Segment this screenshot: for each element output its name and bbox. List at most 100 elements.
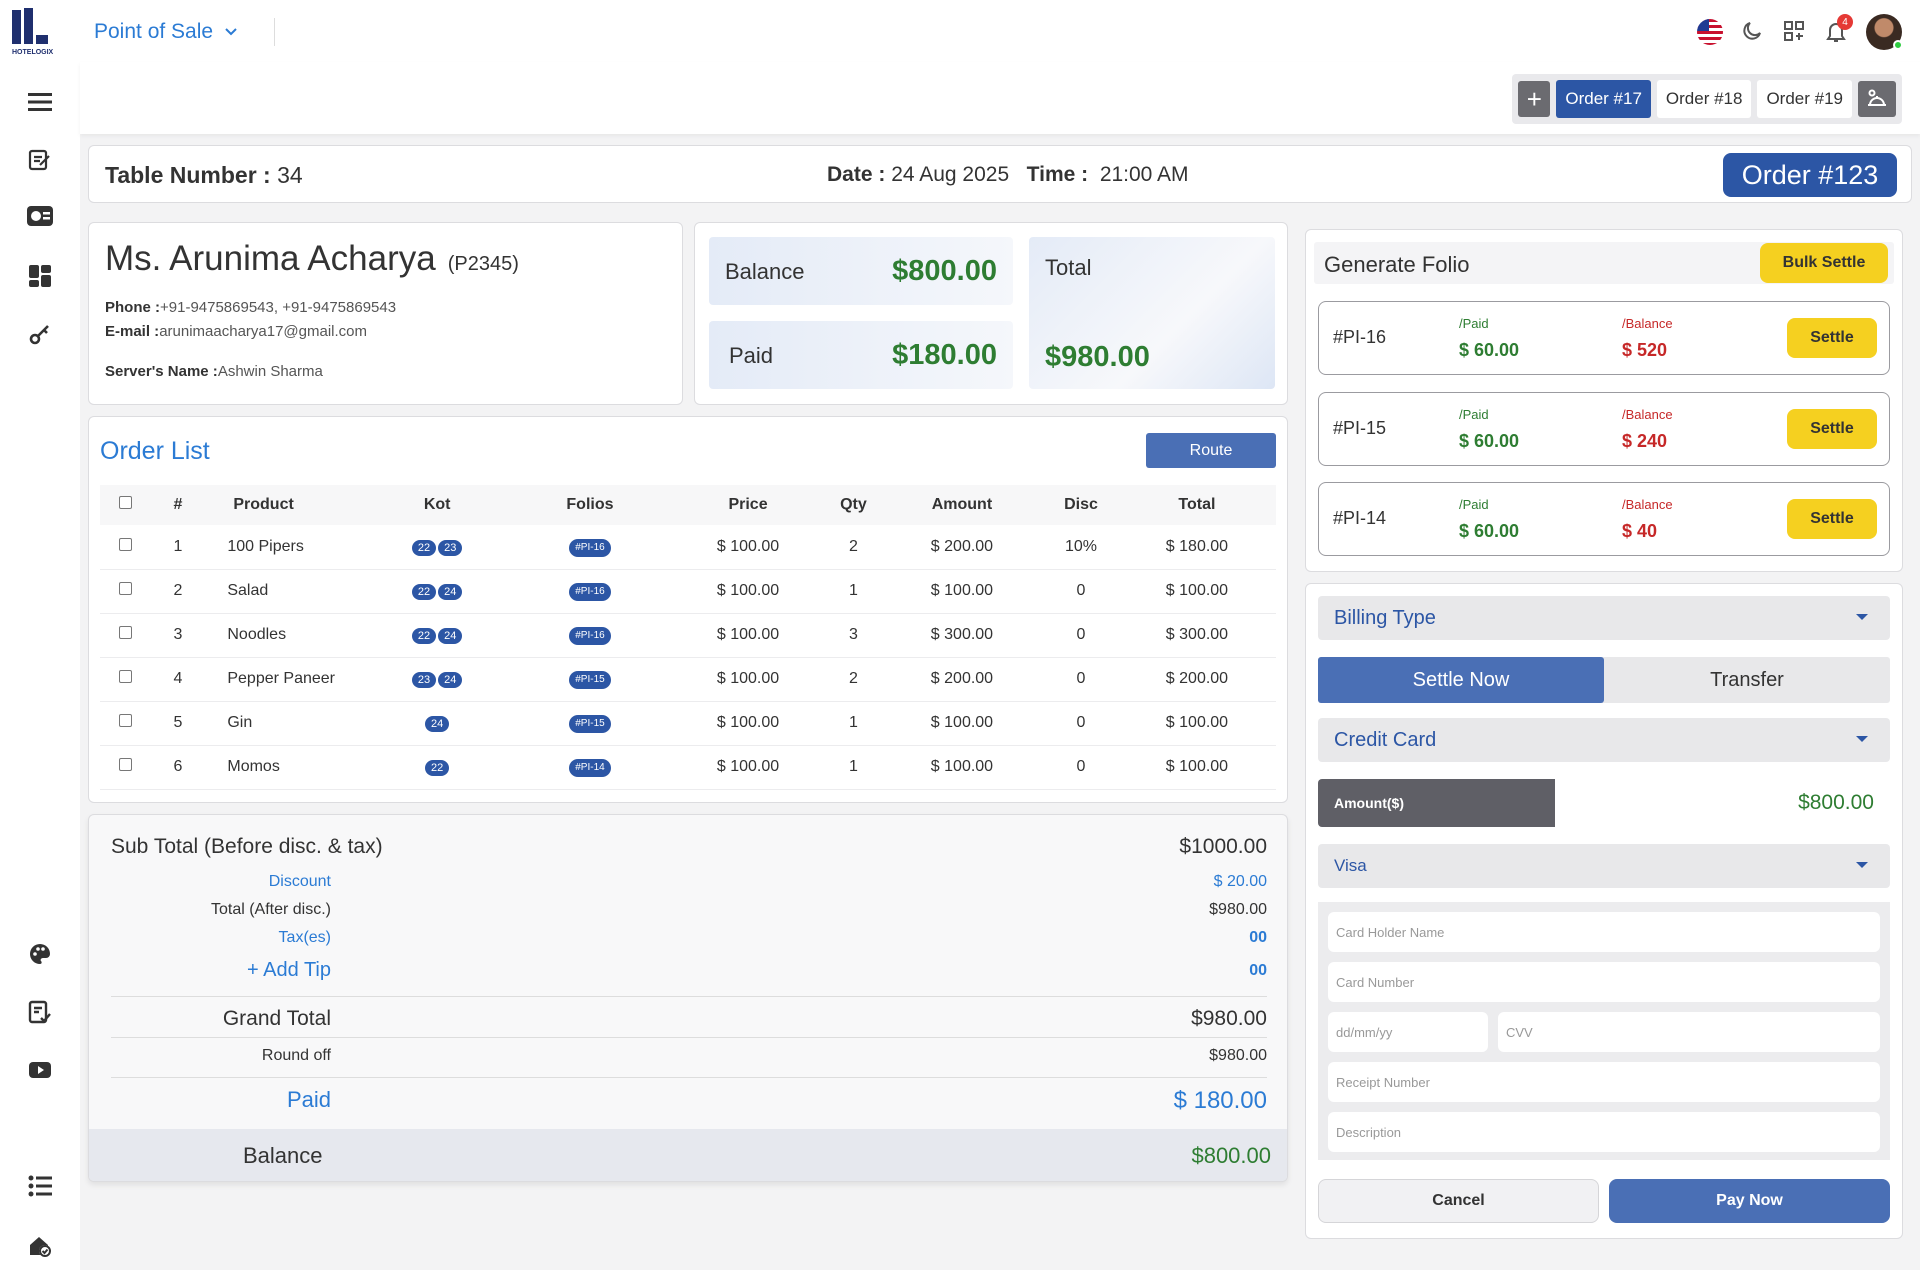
table-row: 1 100 Pipers 22 23 #PI-16 $ 100.00 2 $ 200.00 10… (100, 525, 1276, 570)
cancel-button[interactable]: Cancel (1318, 1179, 1599, 1223)
row-number: 5 (150, 701, 206, 746)
row-amount: $ 200.00 (879, 525, 1045, 570)
folio-badge[interactable]: #PI-16 (569, 583, 611, 601)
row-total: $ 300.00 (1117, 613, 1276, 658)
description-input[interactable]: Description (1328, 1112, 1880, 1152)
chef-icon[interactable] (1858, 81, 1896, 117)
kot-badge[interactable]: 24 (438, 672, 463, 688)
cvv-input[interactable]: CVV (1498, 1012, 1880, 1052)
tax-value: 00 (1249, 929, 1267, 946)
row-checkbox[interactable] (100, 613, 151, 658)
route-button[interactable]: Route (1146, 433, 1276, 468)
dark-mode-icon[interactable] (1740, 19, 1764, 48)
tab-order-19[interactable]: Order #19 (1757, 80, 1852, 118)
row-checkbox[interactable] (100, 657, 151, 702)
pay-now-button[interactable]: Pay Now (1609, 1179, 1890, 1223)
col-number: # (150, 485, 206, 525)
paid-box: Paid $180.00 (709, 321, 1013, 389)
tab-order-17[interactable]: Order #17 (1556, 80, 1651, 118)
transfer-button[interactable]: Transfer (1604, 657, 1890, 703)
bulk-settle-button[interactable]: Bulk Settle (1760, 243, 1888, 283)
row-qty: 1 (827, 745, 880, 790)
expiry-date-input[interactable]: dd/mm/yy (1328, 1012, 1488, 1052)
key-icon[interactable] (24, 318, 56, 350)
user-avatar[interactable] (1866, 14, 1903, 50)
kot-badge[interactable]: 22 (411, 584, 437, 600)
folio-balance-label: /Balance (1622, 316, 1673, 331)
tax-label[interactable]: Tax(es) (279, 929, 331, 947)
amount-label: Amount($) (1318, 779, 1555, 827)
row-checkbox[interactable] (100, 745, 151, 790)
video-icon[interactable] (24, 1054, 56, 1086)
card-type-dropdown[interactable]: Visa (1318, 844, 1890, 888)
divider (111, 1037, 1267, 1038)
time-label: Time : (1026, 163, 1089, 186)
folio-badge[interactable]: #PI-15 (569, 671, 611, 689)
col-disc: Disc (1044, 485, 1118, 525)
menu-icon[interactable] (24, 86, 56, 118)
discount-value: $ 20.00 (1213, 873, 1267, 890)
row-kot: 23 24 (363, 657, 511, 702)
kot-badge[interactable]: 23 (438, 539, 463, 556)
order-tabs-bar: + Order #17 Order #18 Order #19 (80, 62, 1920, 134)
card-number-input[interactable]: Card Number (1328, 962, 1880, 1002)
add-order-button[interactable]: + (1518, 81, 1551, 117)
settle-now-button[interactable]: Settle Now (1318, 657, 1604, 703)
edit-document-icon[interactable] (24, 144, 56, 176)
row-checkbox[interactable] (100, 525, 151, 570)
card-holder-name-input[interactable]: Card Holder Name (1328, 912, 1880, 952)
kot-badge[interactable]: 22 (411, 628, 437, 644)
kot-badge[interactable]: 24 (425, 716, 450, 732)
settle-button[interactable]: Settle (1787, 499, 1877, 539)
billing-type-dropdown[interactable]: Billing Type (1318, 596, 1890, 640)
row-checkbox[interactable] (100, 701, 151, 746)
folio-balance-value: $ 520 (1622, 340, 1668, 360)
kot-badge[interactable]: 24 (438, 584, 463, 600)
row-price: $ 100.00 (669, 701, 828, 746)
folio-badge[interactable]: #PI-16 (569, 627, 611, 645)
order-number-badge: Order #123 (1723, 153, 1897, 197)
language-flag-icon[interactable] (1697, 19, 1723, 45)
apps-grid-icon[interactable] (1782, 19, 1806, 48)
balance-box: Balance $800.00 (709, 237, 1013, 305)
row-checkbox[interactable] (100, 569, 151, 614)
row-amount: $ 100.00 (879, 569, 1045, 614)
top-bar: HOTELOGIX Point of Sale 4 (0, 0, 1920, 62)
settle-button[interactable]: Settle (1787, 318, 1877, 358)
subtotal-label: Sub Total (Before disc. & tax) (111, 835, 383, 858)
folio-badge[interactable]: #PI-14 (569, 759, 611, 777)
row-price: $ 100.00 (669, 569, 828, 614)
hotelogix-logo[interactable]: HOTELOGIX (12, 8, 70, 56)
folio-badge[interactable]: #PI-16 (569, 538, 611, 557)
email-label: E-mail : (105, 323, 160, 340)
notification-bell-icon[interactable]: 4 (1824, 14, 1853, 50)
email-value: arunimaacharya17@gmail.com (159, 323, 368, 340)
folio-badge[interactable]: #PI-15 (569, 715, 611, 733)
select-all-checkbox[interactable] (100, 485, 151, 525)
kot-badge[interactable]: 22 (425, 760, 450, 776)
kot-badge[interactable]: 24 (438, 628, 463, 644)
tab-order-18[interactable]: Order #18 (1656, 80, 1752, 118)
table-row: 6 Momos 22 #PI-14 $ 100.00 1 $ 100.00 0 $ 100.00 (100, 745, 1276, 790)
balance-summary-row: Balance $800.00 (89, 1129, 1287, 1181)
dashboard-icon[interactable] (24, 260, 56, 292)
checklist-report-icon[interactable] (24, 996, 56, 1028)
discount-label[interactable]: Discount (269, 873, 331, 891)
row-price: $ 100.00 (669, 745, 828, 790)
table-row: 2 Salad 22 24 #PI-16 $ 100.00 1 $ 100.00 0 $ 100.… (100, 569, 1276, 614)
module-selector[interactable]: Point of Sale (94, 20, 237, 44)
list-icon[interactable] (24, 1170, 56, 1202)
row-total: $ 180.00 (1117, 525, 1276, 570)
receipt-number-input[interactable]: Receipt Number (1328, 1062, 1880, 1102)
kot-badge[interactable]: 22 (411, 539, 437, 556)
kot-badge[interactable]: 23 (411, 672, 437, 688)
folio-paid-value: $ 60.00 (1459, 431, 1520, 451)
reports-card-icon[interactable] (24, 200, 56, 232)
palette-icon[interactable] (24, 938, 56, 970)
amount-field[interactable]: Amount($) $800.00 (1318, 779, 1890, 827)
guest-name: Ms. Arunima Acharya (105, 239, 436, 278)
home-check-icon[interactable] (24, 1230, 56, 1262)
add-tip-button[interactable]: + Add Tip (247, 959, 331, 982)
payment-method-dropdown[interactable]: Credit Card (1318, 718, 1890, 762)
settle-button[interactable]: Settle (1787, 409, 1877, 449)
